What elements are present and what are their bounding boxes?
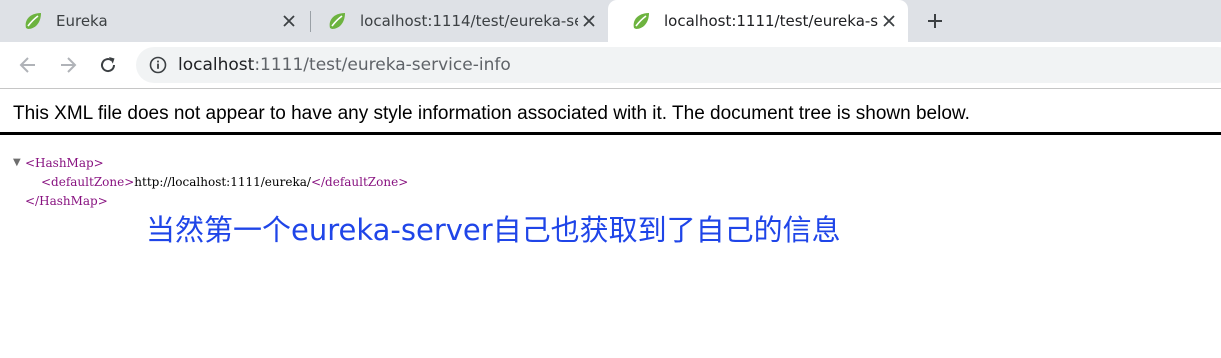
address-bar[interactable]: localhost:1111/test/eureka-service-info [136, 47, 1221, 83]
xml-tag: </defaultZone> [310, 175, 409, 189]
xml-root-open: <HashMap> [25, 154, 104, 173]
spring-leaf-icon [25, 13, 41, 29]
browser-toolbar: localhost:1111/test/eureka-service-info [0, 42, 1221, 88]
tab-localhost-1114[interactable]: localhost:1114/test/eureka-ser [304, 0, 608, 42]
close-tab-icon[interactable] [578, 10, 600, 32]
tab-localhost-1111[interactable]: localhost:1111/test/eureka-ser [608, 0, 908, 42]
info-icon[interactable] [149, 56, 167, 74]
xml-root-close: </HashMap> [25, 192, 108, 211]
url-host: localhost [178, 55, 255, 75]
tab-title: localhost:1111/test/eureka-ser [664, 12, 878, 30]
collapse-toggle-icon[interactable]: ▼ [13, 157, 21, 168]
arrow-left-icon [19, 57, 35, 73]
xml-tag: <HashMap> [25, 156, 104, 170]
xml-tag: <defaultZone> [41, 175, 135, 189]
xml-tag: </HashMap> [25, 194, 108, 208]
spring-leaf-icon [329, 13, 345, 29]
notice-divider [0, 132, 1221, 135]
arrow-right-icon [61, 57, 77, 73]
annotation-text: 当然第一个eureka-server自己也获取到了自己的信息 [146, 213, 841, 247]
close-tab-icon[interactable] [278, 10, 300, 32]
spring-leaf-icon [633, 13, 649, 29]
reload-icon [101, 57, 116, 73]
url-text[interactable]: localhost:1111/test/eureka-service-info [178, 55, 511, 75]
tab-title: Eureka [56, 12, 108, 30]
tab-strip: Eureka localhost:1114/test/eureka-ser lo… [0, 0, 1221, 42]
reload-button[interactable] [95, 52, 121, 78]
close-tab-icon[interactable] [878, 10, 900, 32]
xml-style-notice: This XML file does not appear to have an… [13, 103, 970, 124]
tab-title: localhost:1114/test/eureka-ser [360, 12, 578, 30]
new-tab-button[interactable] [922, 8, 948, 34]
plus-icon [928, 14, 942, 28]
forward-button[interactable] [55, 52, 81, 78]
url-path: :1111/test/eureka-service-info [254, 55, 511, 75]
xml-child-line: <defaultZone>http://localhost:1111/eurek… [41, 173, 408, 192]
xml-text: http://localhost:1111/eureka/ [134, 175, 311, 189]
toolbar-divider [0, 88, 1221, 89]
back-button[interactable] [15, 52, 41, 78]
tab-eureka[interactable]: Eureka [0, 0, 308, 42]
